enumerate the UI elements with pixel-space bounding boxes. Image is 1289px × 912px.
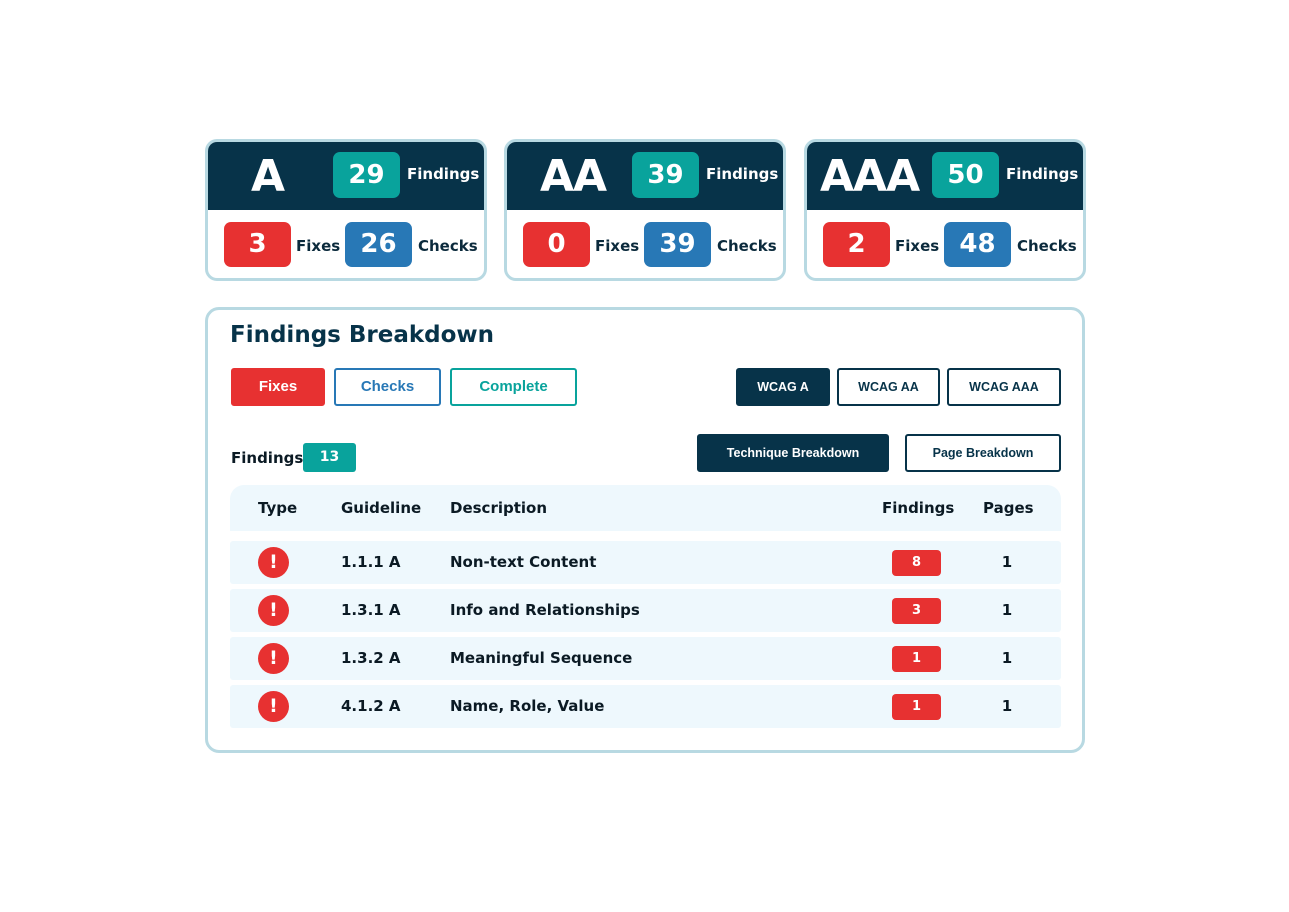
wcag-aaa-button[interactable]: WCAG AAA (947, 368, 1061, 406)
level-card-aa[interactable]: AA 39 Findings 0 Fixes 39 Checks (504, 139, 786, 281)
filter-checks-button[interactable]: Checks (334, 368, 441, 406)
panel-title: Findings Breakdown (230, 322, 495, 348)
column-header-type[interactable]: Type (258, 485, 297, 531)
guideline-cell: 4.1.2 A (341, 697, 401, 715)
level-card-a[interactable]: A 29 Findings 3 Fixes 26 Checks (205, 139, 487, 281)
pages-cell: 1 (1001, 697, 1013, 715)
table-row[interactable]: ! 1.1.1 A Non-text Content 8 1 (230, 541, 1061, 584)
fixes-label: Fixes (895, 237, 940, 255)
findings-breakdown-panel: Findings Breakdown Fixes Checks Complete… (205, 307, 1085, 753)
level-card-aaa[interactable]: AAA 50 Findings 2 Fixes 48 Checks (804, 139, 1086, 281)
checks-label: Checks (717, 237, 777, 255)
checks-label: Checks (418, 237, 478, 255)
pages-cell: 1 (1001, 601, 1013, 619)
page-breakdown-button[interactable]: Page Breakdown (905, 434, 1061, 472)
findings-count-pill: 3 (892, 598, 941, 624)
technique-breakdown-button[interactable]: Technique Breakdown (697, 434, 889, 472)
fixes-label: Fixes (296, 237, 341, 255)
error-icon: ! (258, 547, 289, 578)
findings-total-badge: 13 (303, 443, 356, 472)
table-row[interactable]: ! 1.3.1 A Info and Relationships 3 1 (230, 589, 1061, 632)
dashboard: A 29 Findings 3 Fixes 26 Checks AA 39 Fi… (0, 0, 1289, 912)
guideline-cell: 1.1.1 A (341, 553, 401, 571)
pages-cell: 1 (1001, 553, 1013, 571)
checks-count-badge: 48 (944, 222, 1011, 267)
level-card-body: 3 Fixes 26 Checks (208, 210, 484, 278)
table-row[interactable]: ! 1.3.2 A Meaningful Sequence 1 1 (230, 637, 1061, 680)
pages-cell: 1 (1001, 649, 1013, 667)
filter-complete-button[interactable]: Complete (450, 368, 577, 406)
fixes-count-badge: 3 (224, 222, 291, 267)
findings-count-pill: 1 (892, 694, 941, 720)
table-header: Type Guideline Description Findings Page… (230, 485, 1061, 531)
error-icon: ! (258, 595, 289, 626)
findings-count-pill: 1 (892, 646, 941, 672)
column-header-description[interactable]: Description (450, 485, 547, 531)
level-name: A (251, 151, 285, 202)
level-name: AAA (820, 151, 920, 202)
fixes-label: Fixes (595, 237, 640, 255)
level-card-header: A 29 Findings (208, 142, 484, 210)
fixes-count-badge: 2 (823, 222, 890, 267)
checks-label: Checks (1017, 237, 1077, 255)
description-cell: Info and Relationships (450, 601, 640, 619)
wcag-aa-button[interactable]: WCAG AA (837, 368, 940, 406)
fixes-count-badge: 0 (523, 222, 590, 267)
findings-label: Findings (706, 165, 779, 183)
findings-count-badge: 50 (932, 152, 999, 198)
level-card-body: 0 Fixes 39 Checks (507, 210, 783, 278)
error-icon: ! (258, 643, 289, 674)
findings-count-badge: 39 (632, 152, 699, 198)
description-cell: Non-text Content (450, 553, 597, 571)
findings-count-badge: 29 (333, 152, 400, 198)
column-header-pages[interactable]: Pages (983, 485, 1034, 531)
findings-count-pill: 8 (892, 550, 941, 576)
checks-count-badge: 39 (644, 222, 711, 267)
findings-label: Findings (1006, 165, 1079, 183)
findings-total-label: Findings (231, 449, 304, 467)
column-header-findings[interactable]: Findings (882, 485, 954, 531)
findings-label: Findings (407, 165, 480, 183)
description-cell: Meaningful Sequence (450, 649, 633, 667)
level-card-header: AAA 50 Findings (807, 142, 1083, 210)
level-name: AA (540, 151, 607, 202)
filter-fixes-button[interactable]: Fixes (231, 368, 325, 406)
guideline-cell: 1.3.2 A (341, 649, 401, 667)
wcag-a-button[interactable]: WCAG A (736, 368, 830, 406)
level-card-body: 2 Fixes 48 Checks (807, 210, 1083, 278)
checks-count-badge: 26 (345, 222, 412, 267)
guideline-cell: 1.3.1 A (341, 601, 401, 619)
level-card-header: AA 39 Findings (507, 142, 783, 210)
table-row[interactable]: ! 4.1.2 A Name, Role, Value 1 1 (230, 685, 1061, 728)
findings-table: Type Guideline Description Findings Page… (230, 485, 1061, 728)
column-header-guideline[interactable]: Guideline (341, 485, 421, 531)
error-icon: ! (258, 691, 289, 722)
description-cell: Name, Role, Value (450, 697, 605, 715)
